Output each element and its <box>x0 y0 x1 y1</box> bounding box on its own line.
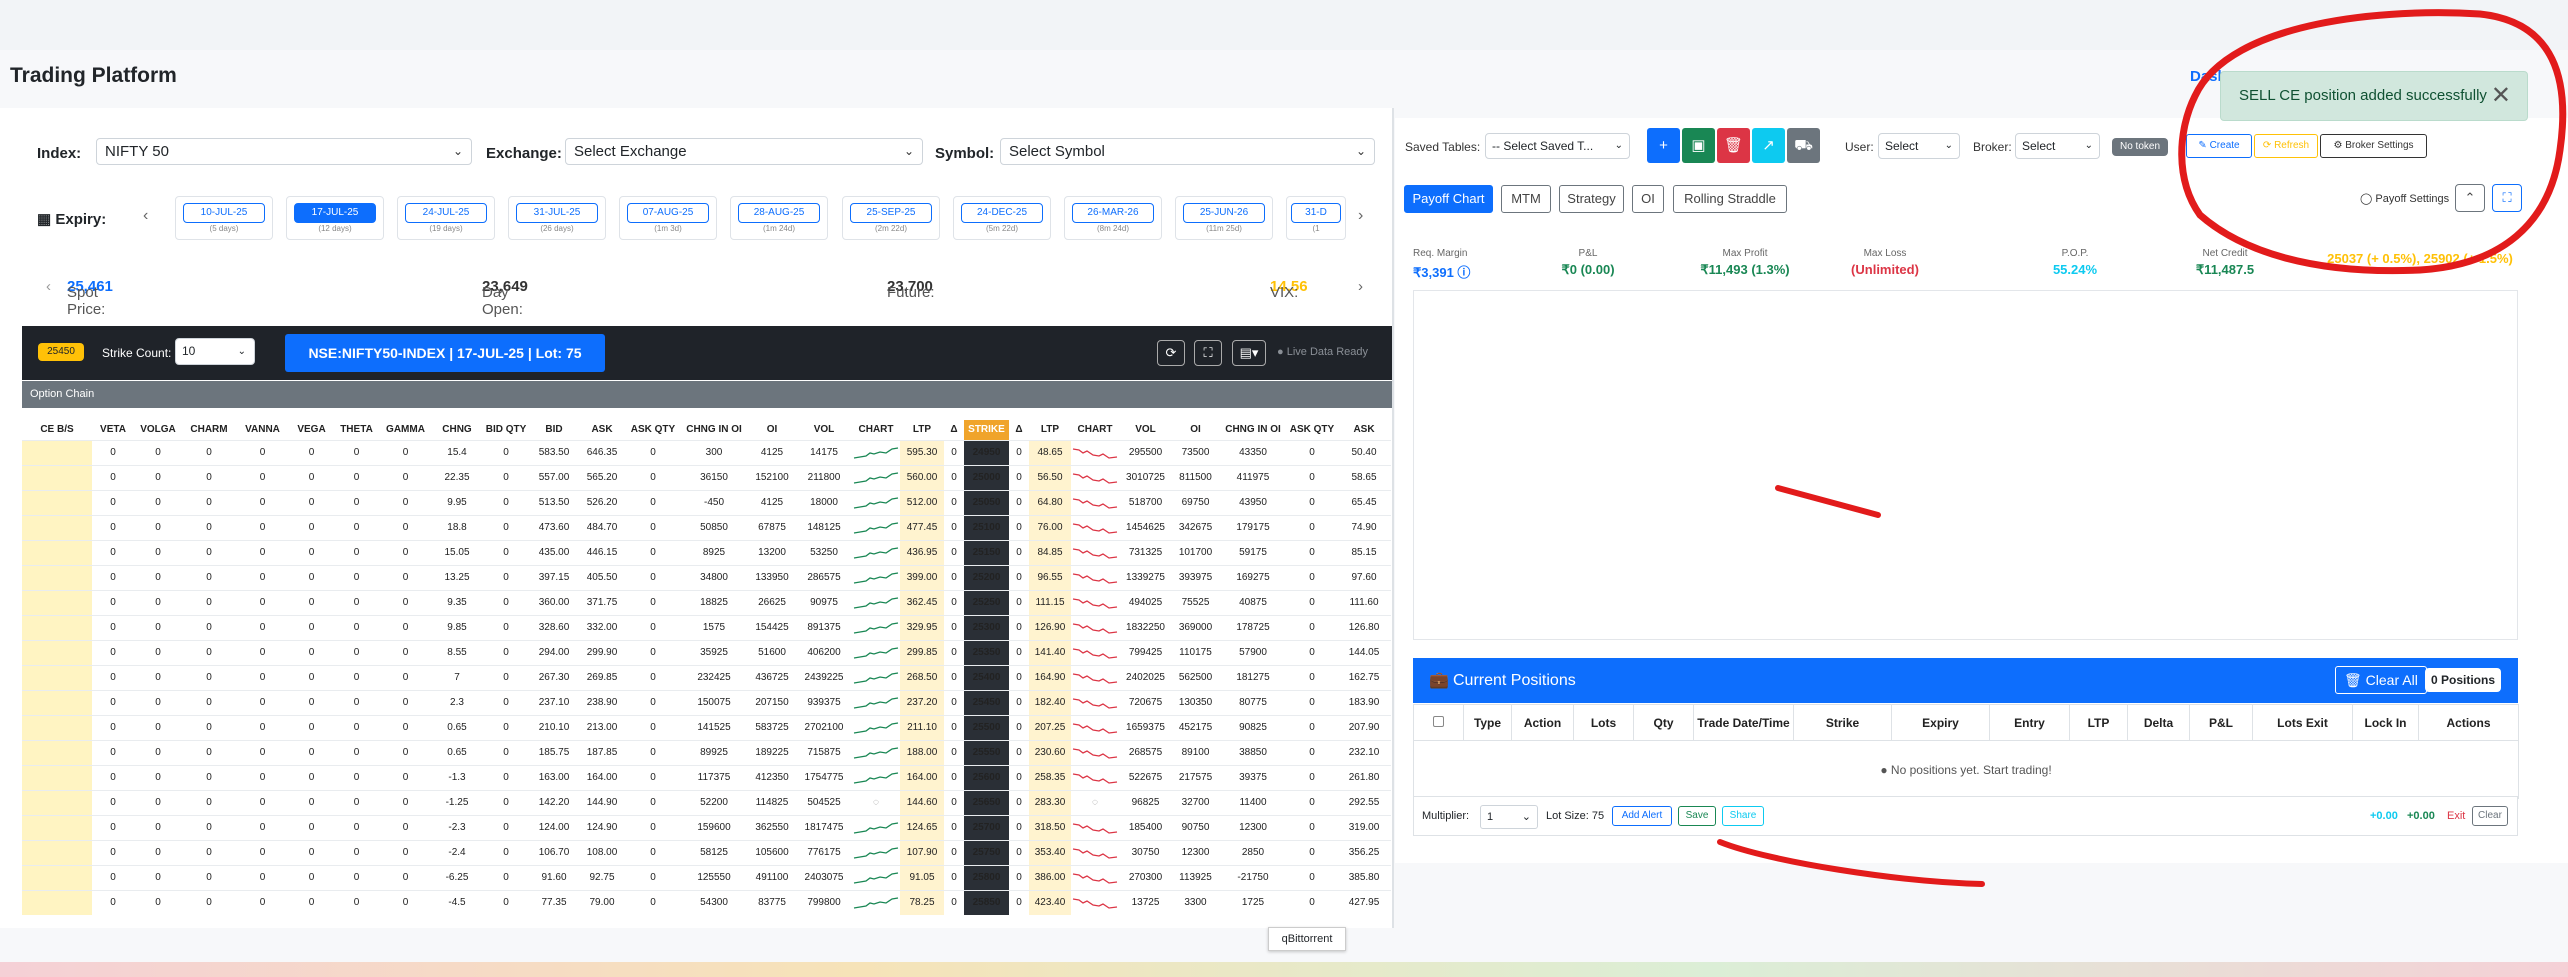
page: Trading Platform Dash Index: NIFTY 50 ⌄ E… <box>0 0 2568 977</box>
red-stroke-annotation <box>1775 485 1881 518</box>
red-stroke-annotation <box>1717 839 1985 887</box>
red-circle-annotation <box>2178 9 2567 275</box>
red-annotation-overlay <box>1717 9 2567 887</box>
